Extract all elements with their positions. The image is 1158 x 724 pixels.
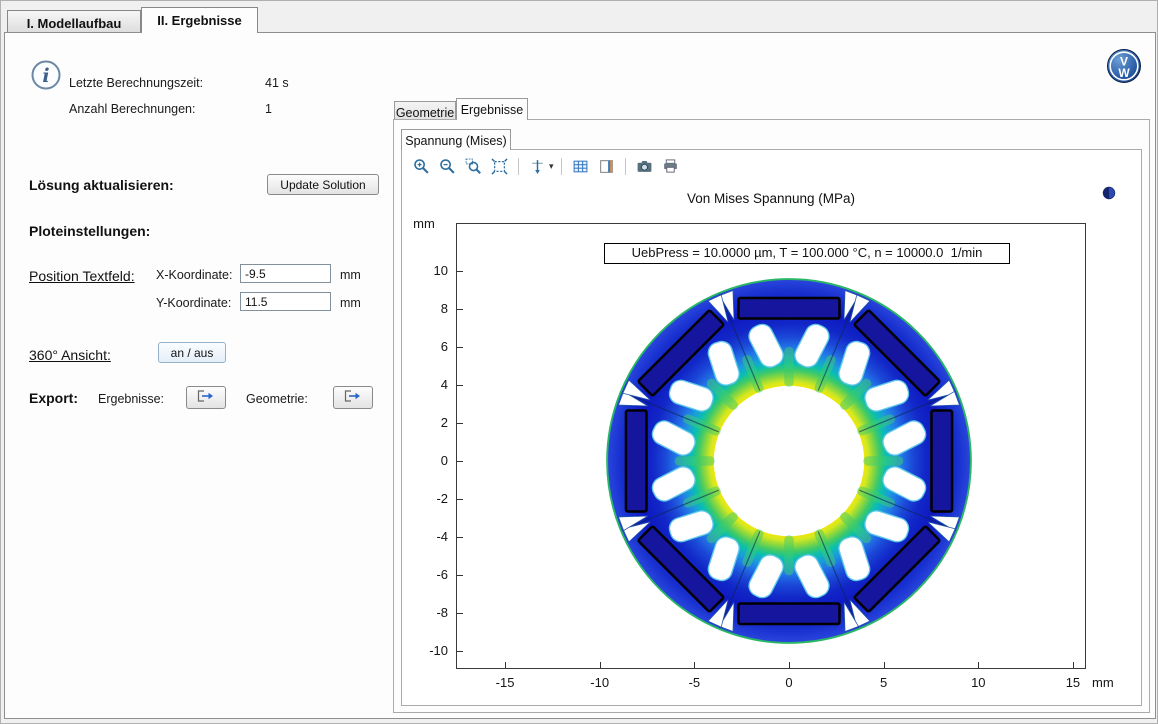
grid-icon[interactable] xyxy=(569,155,592,178)
export-geometry-label: Geometrie: xyxy=(246,392,308,406)
print-icon[interactable] xyxy=(659,155,682,178)
x-tickmark xyxy=(884,662,885,668)
y-tick-label: 6 xyxy=(404,339,448,354)
x-tick-label: -15 xyxy=(483,675,527,690)
export-icon xyxy=(197,390,215,402)
export-heading: Export: xyxy=(29,390,78,406)
y-tickmark xyxy=(457,423,463,424)
export-icon xyxy=(344,390,362,402)
x-unit-label: mm xyxy=(340,268,361,282)
plot-corner-icon[interactable] xyxy=(1101,185,1117,201)
export-geometry-button[interactable] xyxy=(333,386,373,409)
y-tick-label: -6 xyxy=(404,567,448,582)
y-tick-label: 2 xyxy=(404,415,448,430)
x-coordinate-label: X-Koordinate: xyxy=(156,268,232,282)
x-tick-label: 15 xyxy=(1051,675,1095,690)
plot-toolbar: ▾ xyxy=(404,152,1134,180)
y-tickmark xyxy=(457,347,463,348)
update-solution-label: Lösung aktualisieren: xyxy=(29,177,174,193)
zoom-window-icon[interactable] xyxy=(462,155,485,178)
x-tickmark xyxy=(694,662,695,668)
update-solution-button[interactable]: Update Solution xyxy=(267,174,379,195)
y-tickmark xyxy=(457,309,463,310)
x-tick-label: 0 xyxy=(767,675,811,690)
run-count-label: Anzahl Berechnungen: xyxy=(69,102,195,116)
y-tickmark xyxy=(457,461,463,462)
view360-label: 360° Ansicht: xyxy=(29,347,111,363)
svg-text:i: i xyxy=(42,65,49,87)
y-coordinate-input[interactable] xyxy=(240,292,331,311)
export-results-label: Ergebnisse: xyxy=(98,392,164,406)
toolbar-separator xyxy=(625,158,626,175)
x-axis-unit: mm xyxy=(1092,675,1128,690)
svg-text:W: W xyxy=(1118,66,1130,80)
app-window: I. Modellaufbau II. Ergebnisse i Letzte … xyxy=(0,0,1158,724)
graphics-area[interactable]: Von Mises Spannung (MPa) mm UebPress = 1… xyxy=(402,181,1141,704)
y-tickmark xyxy=(457,537,463,538)
zoom-in-icon[interactable] xyxy=(410,155,433,178)
zoom-extents-icon[interactable] xyxy=(488,155,511,178)
x-tickmark xyxy=(600,662,601,668)
rotor-svg[interactable] xyxy=(589,261,989,661)
x-tickmark xyxy=(1073,662,1074,668)
tab-ergebnisse-plot[interactable]: Ergebnisse xyxy=(456,98,528,120)
last-computation-value: 41 s xyxy=(265,76,289,90)
zoom-out-icon[interactable] xyxy=(436,155,459,178)
y-tickmark xyxy=(457,385,463,386)
tab-spannung-mises[interactable]: Spannung (Mises) xyxy=(401,129,511,150)
info-icon: i xyxy=(30,59,62,91)
y-tick-label: -10 xyxy=(404,643,448,658)
y-axis-unit: mm xyxy=(402,216,446,231)
toolbar-separator xyxy=(518,158,519,175)
y-tickmark xyxy=(457,499,463,500)
y-tickmark xyxy=(457,575,463,576)
default-view-icon[interactable] xyxy=(526,155,549,178)
y-tick-label: 10 xyxy=(404,263,448,278)
y-tick-label: 4 xyxy=(404,377,448,392)
textfield-position-label: Position Textfeld: xyxy=(29,268,135,284)
toolbar-separator xyxy=(561,158,562,175)
plot-title: Von Mises Spannung (MPa) xyxy=(456,191,1086,206)
x-tick-label: 5 xyxy=(862,675,906,690)
y-unit-label: mm xyxy=(340,296,361,310)
y-tickmark xyxy=(457,271,463,272)
x-tickmark xyxy=(789,662,790,668)
y-tickmark xyxy=(457,613,463,614)
snapshot-icon[interactable] xyxy=(633,155,656,178)
x-tick-label: -5 xyxy=(672,675,716,690)
export-results-button[interactable] xyxy=(186,386,226,409)
y-tickmark xyxy=(457,651,463,652)
y-coordinate-label: Y-Koordinate: xyxy=(156,296,231,310)
y-tick-label: 8 xyxy=(404,301,448,316)
view-dropdown-caret[interactable]: ▾ xyxy=(549,161,554,172)
tab-modellaufbau[interactable]: I. Modellaufbau xyxy=(7,10,141,32)
plot-settings-heading: Ploteinstellungen: xyxy=(29,223,150,239)
x-tick-label: -10 xyxy=(578,675,622,690)
x-tick-label: 10 xyxy=(956,675,1000,690)
y-tick-label: -4 xyxy=(404,529,448,544)
legend-toggle-icon[interactable] xyxy=(595,155,618,178)
x-tickmark xyxy=(978,662,979,668)
vw-logo: V W xyxy=(1106,48,1142,84)
last-computation-label: Letzte Berechnungszeit: xyxy=(69,76,203,90)
y-tick-label: -8 xyxy=(404,605,448,620)
x-coordinate-input[interactable] xyxy=(240,264,331,283)
x-tickmark xyxy=(505,662,506,668)
view360-toggle-button[interactable]: an / aus xyxy=(158,342,226,363)
tab-ergebnisse[interactable]: II. Ergebnisse xyxy=(141,7,258,33)
y-tick-label: 0 xyxy=(404,453,448,468)
y-tick-label: -2 xyxy=(404,491,448,506)
tab-geometrie[interactable]: Geometrie xyxy=(394,101,456,120)
run-count-value: 1 xyxy=(265,102,272,116)
